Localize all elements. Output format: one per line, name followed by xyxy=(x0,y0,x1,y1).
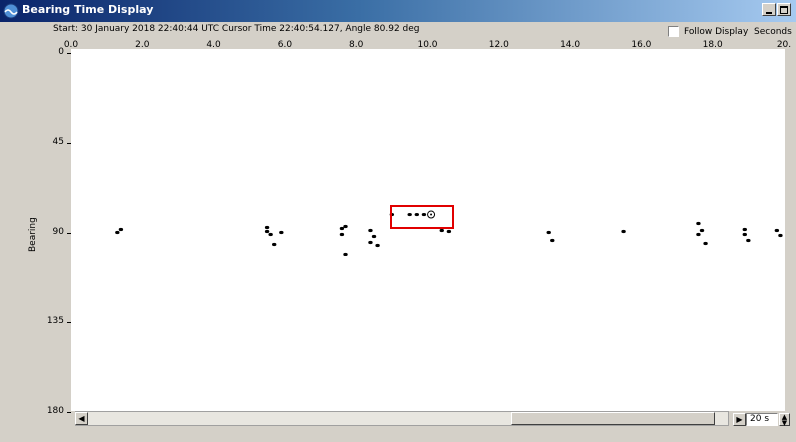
detection-point xyxy=(696,232,701,237)
detection-point xyxy=(115,230,120,235)
scrollbar-thumb[interactable] xyxy=(511,412,715,425)
detection-point xyxy=(339,226,345,231)
detection-point xyxy=(339,232,345,237)
detection-point xyxy=(264,225,270,230)
detection-point xyxy=(439,228,444,233)
detection-point xyxy=(546,230,551,235)
detection-point xyxy=(696,221,701,226)
detection-point xyxy=(742,227,747,232)
detection-point xyxy=(371,234,377,239)
detection-point xyxy=(746,238,751,243)
detection-point xyxy=(703,241,708,246)
bearing-time-window: Bearing Time Display Start: 30 January 2… xyxy=(0,0,796,442)
detection-point xyxy=(742,232,747,237)
time-span-spinner[interactable]: ▲ ▼ xyxy=(779,413,790,427)
detection-point xyxy=(368,228,373,233)
detection-point xyxy=(621,229,626,234)
detection-point xyxy=(272,242,277,247)
detection-point xyxy=(375,243,380,248)
scroll-left-button[interactable]: ◀ xyxy=(75,412,88,425)
detection-point xyxy=(343,252,348,257)
detection-point xyxy=(446,229,452,234)
selection-highlight xyxy=(390,205,454,229)
detection-point xyxy=(264,229,270,234)
scroll-right-button[interactable]: ▶ xyxy=(733,413,746,426)
detection-point xyxy=(774,228,780,233)
detection-point xyxy=(699,228,705,233)
detection-point xyxy=(268,232,273,237)
detection-point xyxy=(118,227,124,232)
detection-point xyxy=(778,233,783,238)
bottom-bar xyxy=(0,428,796,442)
detection-point xyxy=(368,240,373,245)
detection-point xyxy=(550,238,555,243)
detection-point xyxy=(343,224,348,229)
detection-point xyxy=(279,230,284,235)
time-span-field[interactable]: 20 s xyxy=(746,413,778,426)
